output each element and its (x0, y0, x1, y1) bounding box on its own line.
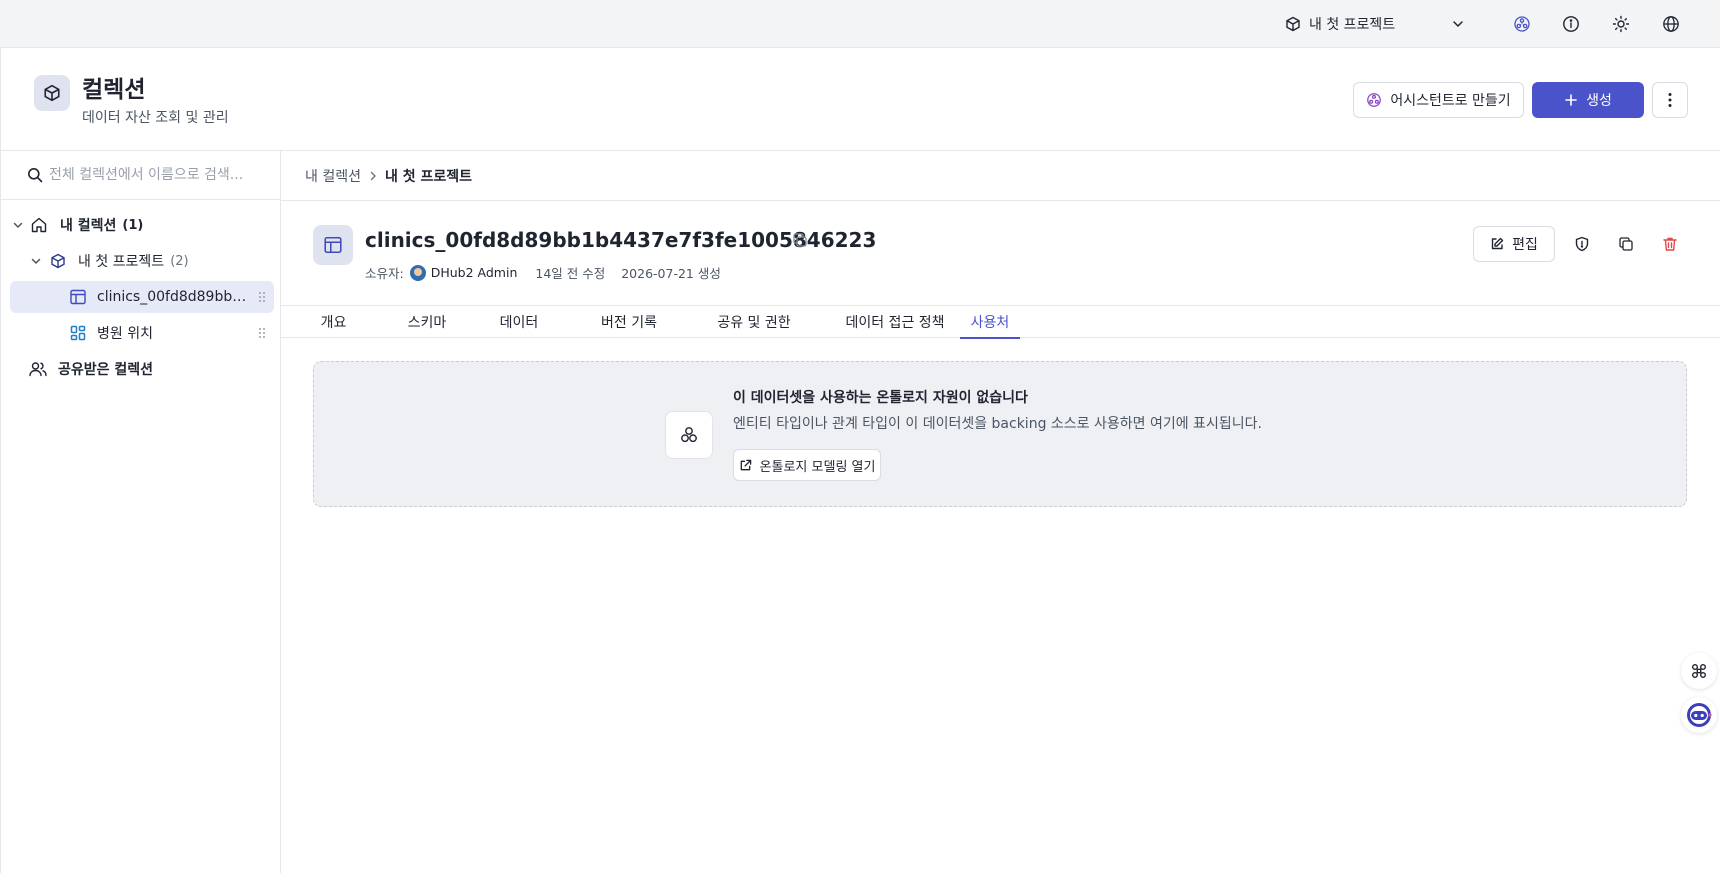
ontology-icon[interactable] (1510, 12, 1534, 36)
cube-icon (34, 75, 70, 111)
chevron-down-icon[interactable] (12, 219, 30, 231)
assistant-bot-button[interactable] (1681, 697, 1717, 733)
edit-icon (1490, 237, 1504, 251)
tab-schema[interactable]: 스키마 (393, 306, 461, 338)
tab-data[interactable]: 데이터 (488, 306, 550, 338)
sun-icon[interactable] (1609, 12, 1633, 36)
more-options-button[interactable] (1652, 82, 1688, 118)
create-with-assistant-label: 어시스턴트로 만들기 (1390, 93, 1511, 109)
owner-name: DHub2 Admin (430, 265, 518, 280)
plus-icon (1564, 93, 1578, 107)
dashboard-icon (69, 324, 89, 342)
create-with-assistant-button[interactable]: 어시스턴트로 만들기 (1353, 82, 1524, 118)
modified-time: 14일 전 수정 (535, 266, 606, 281)
page-title: 컬렉션 (82, 77, 146, 103)
tree-project[interactable]: 내 첫 프로젝트 (2) (10, 245, 274, 277)
chevron-right-icon (367, 170, 379, 182)
tree-item-label: 병원 위치 (97, 326, 153, 342)
tree-shared-collections[interactable]: 공유받은 컬렉션 (10, 353, 274, 385)
tree-item-clinics-dataset[interactable]: clinics_00fd8d89bb1b4437e7f3fe1005846223 (10, 281, 274, 313)
copy-icon[interactable] (792, 232, 810, 250)
shield-icon[interactable] (1571, 233, 1593, 255)
duplicate-icon[interactable] (1615, 233, 1637, 255)
page-header: 컬렉션 데이터 자산 조회 및 관리 어시스턴트로 만들기 생성 (0, 48, 1720, 151)
drag-handle-icon[interactable] (258, 326, 266, 340)
breadcrumb-current: 내 첫 프로젝트 (384, 168, 473, 185)
ontology-icon (1366, 92, 1382, 108)
trash-icon[interactable] (1659, 233, 1681, 255)
dataset-tabs: 개요 스키마 데이터 버전 기록 공유 및 권한 데이터 접근 정책 사용처 (281, 305, 1720, 339)
tree-project-count: (2) (170, 253, 189, 269)
command-icon (1690, 662, 1708, 680)
tab-version-history[interactable]: 버전 기록 (581, 306, 677, 338)
info-icon[interactable] (1559, 12, 1583, 36)
edit-button-label: 편집 (1512, 237, 1538, 253)
collection-sidebar: 내 컬렉션 (1) 내 첫 프로젝트 (2) clinics_00fd8d89b… (0, 151, 281, 873)
users-icon (28, 360, 54, 378)
external-link-icon (739, 459, 752, 472)
bot-icon (1686, 702, 1712, 728)
project-selector[interactable]: 내 첫 프로젝트 (1275, 10, 1475, 38)
create-button-label: 생성 (1586, 93, 1612, 109)
avatar (409, 264, 426, 281)
tree-my-collections-count: (1) (122, 217, 144, 233)
search-icon (27, 167, 43, 183)
apps-grid-button[interactable] (1681, 653, 1717, 689)
tree-my-collections-label: 내 컬렉션 (60, 218, 117, 234)
table-icon (69, 288, 89, 306)
owner-label: 소유자: (365, 266, 404, 281)
top-bar: 내 첫 프로젝트 (0, 0, 1720, 48)
chevron-down-icon (1451, 17, 1465, 31)
page-subtitle: 데이터 자산 조회 및 관리 (82, 110, 229, 126)
more-vertical-icon (1668, 92, 1672, 108)
tab-overview[interactable]: 개요 (304, 306, 363, 338)
tree-item-label: clinics_00fd8d89bb1b4437e7f3fe1005846223 (97, 289, 247, 305)
breadcrumb: 내 컬렉션 내 첫 프로젝트 (281, 151, 1720, 201)
open-ontology-modeling-button[interactable]: 온톨로지 모델링 열기 (733, 449, 881, 481)
tab-usage[interactable]: 사용처 (960, 306, 1020, 339)
tree-project-label: 내 첫 프로젝트 (78, 254, 165, 270)
empty-state-title: 이 데이터셋을 사용하는 온톨로지 자원이 없습니다 (733, 390, 1028, 406)
table-icon (313, 225, 353, 265)
edit-button[interactable]: 편집 (1473, 226, 1555, 262)
drag-handle-icon[interactable] (258, 290, 266, 304)
tree-item-hospital-location[interactable]: 병원 위치 (10, 317, 274, 349)
chevron-down-icon[interactable] (30, 255, 48, 267)
tree-shared-collections-label: 공유받은 컬렉션 (58, 362, 154, 378)
open-ontology-modeling-label: 온톨로지 모델링 열기 (759, 459, 876, 475)
create-button[interactable]: 생성 (1532, 82, 1644, 118)
ontology-nodes-icon (665, 411, 713, 459)
tab-data-access-policy[interactable]: 데이터 접근 정책 (821, 306, 969, 338)
main-content: 내 컬렉션 내 첫 프로젝트 clinics_00fd8d89bb1b4437e… (281, 151, 1720, 873)
dataset-meta: 소유자: DHub2 Admin 14일 전 수정 2026-07-21 생성 (365, 263, 721, 282)
cube-icon (1285, 16, 1301, 32)
globe-icon[interactable] (1659, 12, 1683, 36)
tree-my-collections[interactable]: 내 컬렉션 (1) (10, 209, 274, 241)
created-date: 2026-07-21 생성 (621, 266, 721, 281)
breadcrumb-parent[interactable]: 내 컬렉션 (305, 166, 361, 186)
empty-state-description: 엔티티 타입이나 관계 타입이 이 데이터셋을 backing 소스로 사용하면… (733, 416, 1262, 432)
collection-search-input[interactable] (49, 167, 269, 183)
project-selector-label: 내 첫 프로젝트 (1309, 17, 1396, 33)
tab-sharing-permissions[interactable]: 공유 및 권한 (694, 306, 814, 338)
usage-empty-state: 이 데이터셋을 사용하는 온톨로지 자원이 없습니다 엔티티 타입이나 관계 타… (313, 361, 1687, 507)
cube-icon (50, 253, 74, 269)
home-icon (30, 216, 56, 234)
collection-search (1, 151, 281, 200)
